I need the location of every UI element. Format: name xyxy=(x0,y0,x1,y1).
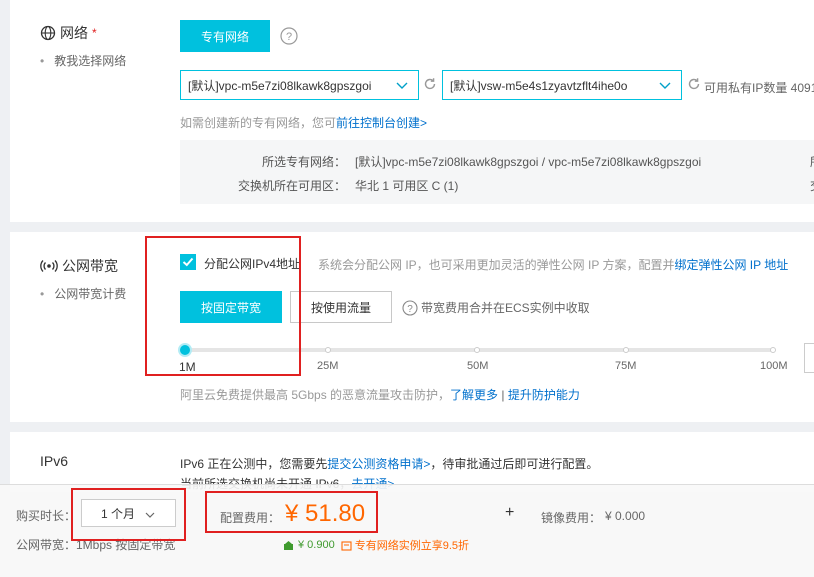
slider-tick-label: 100M xyxy=(760,360,788,372)
network-info-box xyxy=(180,140,814,204)
image-fee-value: ¥ 0.000 xyxy=(605,509,646,523)
create-vpc-hint: 如需创建新的专有网络，您可前往控制台创建> xyxy=(180,116,428,130)
savings-line: ¥ 0.900 专有网络实例立享9.5折 xyxy=(283,537,469,553)
help-icon[interactable]: ? xyxy=(402,299,418,316)
highlight-box-bandwidth xyxy=(145,236,301,376)
help-icon[interactable]: ? xyxy=(280,27,298,48)
slider-tick-dot xyxy=(623,347,629,353)
promo-icon xyxy=(341,540,352,551)
vswitch-select[interactable]: [默认]vsw-m5e4s1zyavtzflt4ihe0o xyxy=(442,70,682,100)
improve-protection-link[interactable]: 提升防护能力 xyxy=(508,388,580,402)
vpc-button[interactable]: 专有网络 xyxy=(180,20,270,52)
assign-ipv4-desc: 系统会分配公网 IP，也可采用更加灵活的弹性公网 IP 方案，配置并绑定弹性公网… xyxy=(318,258,789,272)
vpc-select[interactable]: [默认]vpc-m5e7zi08lkawk8gpszgoi xyxy=(180,70,419,100)
slider-tick-dot xyxy=(770,347,776,353)
info-value-zone: 华北 1 可用区 C (1) xyxy=(355,179,459,193)
network-title: 网络 * xyxy=(40,23,97,43)
bind-eip-link[interactable]: 绑定弹性公网 IP 地址 xyxy=(674,258,788,272)
traffic-billing-button[interactable]: 按使用流量 xyxy=(290,291,392,323)
private-ip-count: 可用私有IP数量 4091 xyxy=(704,81,814,95)
ipv6-title: IPv6 xyxy=(40,453,69,469)
required-mark: * xyxy=(92,26,97,40)
slider-tick-dot xyxy=(325,347,331,353)
svg-text:?: ? xyxy=(407,304,413,315)
slider-tick-label: 50M xyxy=(467,360,489,372)
ipv6-apply-link[interactable]: 提交公测资格申请> xyxy=(327,457,430,471)
info-cut-text: 所 xyxy=(810,153,814,170)
create-vpc-link[interactable]: 前往控制台创建> xyxy=(336,116,427,130)
refresh-icon[interactable] xyxy=(423,77,437,94)
highlight-box-price xyxy=(205,491,378,533)
plus-sign: + xyxy=(505,504,515,521)
ddos-note: 阿里云免费提供最高 5Gbps 的恶意流量攻击防护，了解更多 | 提升防护能力 xyxy=(180,388,580,402)
fee-note: ? 带宽费用合并在ECS实例中收取 xyxy=(402,299,590,316)
info-cut-text: 交 xyxy=(810,177,814,194)
network-help-link[interactable]: 教我选择网络 xyxy=(40,52,126,69)
duration-label: 购买时长： xyxy=(16,509,77,523)
info-label-zone: 交换机所在可用区： xyxy=(237,179,346,193)
bandwidth-input-stub[interactable] xyxy=(804,343,814,373)
refresh-icon[interactable] xyxy=(687,77,701,94)
chevron-down-icon xyxy=(659,80,671,94)
chevron-down-icon xyxy=(396,80,408,94)
learn-more-link[interactable]: 了解更多 xyxy=(450,388,498,402)
image-fee-label: 镜像费用： xyxy=(541,511,602,525)
globe-icon xyxy=(40,25,56,41)
broadcast-icon xyxy=(40,259,58,273)
slider-tick-label: 25M xyxy=(317,360,339,372)
ipv6-desc: IPv6 正在公测中，您需要先提交公测资格申请>，待审批通过后即可进行配置。 xyxy=(180,457,599,471)
info-value-vpc: [默认]vpc-m5e7zi08lkawk8gpszgoi / vpc-m5e7… xyxy=(355,155,702,169)
slider-tick-dot xyxy=(474,347,480,353)
bandwidth-help-link[interactable]: 公网带宽计费 xyxy=(40,285,126,302)
savings-icon xyxy=(283,540,294,551)
info-label-vpc: 所选专有网络： xyxy=(261,155,346,169)
highlight-box-duration xyxy=(71,488,186,541)
bandwidth-title: 公网带宽 xyxy=(40,256,118,276)
slider-tick-label: 75M xyxy=(615,360,637,372)
svg-text:?: ? xyxy=(286,31,292,43)
